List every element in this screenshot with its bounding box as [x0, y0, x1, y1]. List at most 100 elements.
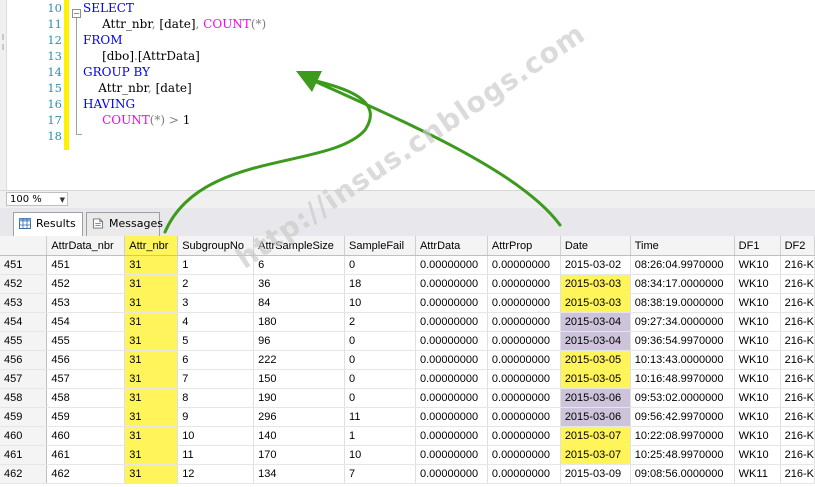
table-cell[interactable]: 0.00000000 [415, 445, 488, 465]
code-line[interactable]: HAVING [83, 96, 266, 112]
table-cell[interactable]: 11 [344, 407, 416, 427]
table-cell[interactable]: 2015-03-05 [560, 369, 631, 389]
table-row[interactable]: 453 453 31 3 84 10 0.00000000 0.00000000 2015-03… [0, 293, 815, 313]
table-cell[interactable]: 2015-03-04 [560, 331, 631, 351]
table-cell[interactable]: 0.00000000 [415, 426, 488, 446]
table-cell[interactable]: 10:22:08.9970000 [630, 426, 735, 446]
table-cell[interactable]: 452 [46, 274, 126, 294]
table-cell[interactable]: 11 [177, 445, 255, 465]
column-header[interactable]: SubgroupNo [177, 236, 255, 256]
table-cell[interactable]: 09:27:34.0000000 [630, 312, 735, 332]
table-cell[interactable]: 216-K [780, 426, 815, 446]
table-row[interactable]: 458 458 31 8 190 0 0.00000000 0.00000000 2015-03… [0, 388, 815, 408]
table-cell[interactable]: 0.00000000 [487, 369, 561, 389]
table-cell[interactable]: 455 [46, 331, 126, 351]
table-cell[interactable]: 8 [177, 388, 255, 408]
code-area[interactable]: SELECT Attr_nbr, [date], COUNT(*) FROM [d… [83, 0, 266, 144]
table-cell[interactable]: 36 [253, 274, 346, 294]
table-cell[interactable]: 457 [46, 369, 126, 389]
table-cell[interactable]: 09:08:56.0000000 [630, 464, 735, 484]
table-cell[interactable]: 10:25:48.9970000 [630, 445, 735, 465]
table-cell[interactable]: 0.00000000 [487, 312, 561, 332]
column-header[interactable]: AttrProp [487, 236, 561, 256]
table-cell[interactable]: 2015-03-04 [560, 312, 631, 332]
table-cell[interactable]: WK10 [734, 426, 781, 446]
table-cell[interactable]: 2015-03-06 [560, 388, 631, 408]
table-cell[interactable]: 0.00000000 [415, 255, 488, 275]
table-cell[interactable]: 0.00000000 [487, 350, 561, 370]
table-cell[interactable]: 0.00000000 [487, 445, 561, 465]
table-cell[interactable]: 0.00000000 [487, 388, 561, 408]
table-cell[interactable]: 453 [46, 293, 126, 313]
table-cell[interactable]: 150 [253, 369, 346, 389]
table-cell[interactable]: 7 [177, 369, 255, 389]
table-cell[interactable]: WK10 [734, 369, 781, 389]
table-cell[interactable]: WK10 [734, 388, 781, 408]
table-cell[interactable]: 2 [177, 274, 255, 294]
table-cell[interactable]: 0.00000000 [487, 426, 561, 446]
table-cell[interactable]: 0.00000000 [487, 331, 561, 351]
table-cell[interactable]: 190 [253, 388, 346, 408]
query-editor[interactable]: 10 11 12 13 14 15 16 17 18 − SELECT Attr_nbr, [d… [0, 0, 815, 190]
column-header[interactable]: SampleFail [344, 236, 416, 256]
column-header[interactable]: Attr_nbr [124, 236, 179, 256]
table-cell[interactable]: 461 [46, 445, 126, 465]
table-cell[interactable]: 31 [124, 426, 179, 446]
table-cell[interactable]: 462 [46, 464, 126, 484]
table-cell[interactable]: 0 [344, 369, 416, 389]
column-header[interactable]: AttrSampleSize [253, 236, 346, 256]
code-line[interactable]: COUNT(*) > 1 [83, 112, 266, 128]
table-cell[interactable]: 140 [253, 426, 346, 446]
table-cell[interactable]: 31 [124, 407, 179, 427]
table-cell[interactable]: 6 [177, 350, 255, 370]
table-cell[interactable]: 09:36:54.9970000 [630, 331, 735, 351]
table-cell[interactable]: WK10 [734, 331, 781, 351]
table-cell[interactable]: 31 [124, 274, 179, 294]
row-number[interactable]: 454 [0, 312, 48, 332]
code-line[interactable]: FROM [83, 32, 266, 48]
table-cell[interactable]: 0.00000000 [415, 369, 488, 389]
table-cell[interactable]: 0.00000000 [487, 293, 561, 313]
row-number[interactable]: 461 [0, 445, 48, 465]
table-cell[interactable]: 10:13:43.0000000 [630, 350, 735, 370]
table-cell[interactable]: 180 [253, 312, 346, 332]
table-cell[interactable]: 31 [124, 388, 179, 408]
table-cell[interactable]: 0.00000000 [415, 388, 488, 408]
table-row[interactable]: 451 451 31 1 6 0 0.00000000 0.00000000 2015-03-0… [0, 255, 815, 275]
table-cell[interactable]: 2015-03-05 [560, 350, 631, 370]
table-cell[interactable]: 6 [253, 255, 346, 275]
table-cell[interactable]: 31 [124, 331, 179, 351]
code-line[interactable]: Attr_nbr, [date], COUNT(*) [83, 16, 266, 32]
table-cell[interactable]: 31 [124, 369, 179, 389]
table-cell[interactable]: 08:26:04.9970000 [630, 255, 735, 275]
table-cell[interactable]: 0.00000000 [415, 464, 488, 484]
table-row[interactable]: 461 461 31 11 170 10 0.00000000 0.00000000 2015-… [0, 445, 815, 465]
table-cell[interactable]: 1 [344, 426, 416, 446]
table-cell[interactable]: 170 [253, 445, 346, 465]
table-cell[interactable]: 2015-03-09 [560, 464, 631, 484]
table-cell[interactable]: 09:56:42.9970000 [630, 407, 735, 427]
table-cell[interactable]: WK10 [734, 312, 781, 332]
table-cell[interactable]: 2015-03-07 [560, 426, 631, 446]
table-cell[interactable]: 216-K [780, 445, 815, 465]
table-cell[interactable]: 0.00000000 [487, 464, 561, 484]
table-cell[interactable]: 216-K [780, 407, 815, 427]
table-cell[interactable]: 0 [344, 388, 416, 408]
table-cell[interactable]: 31 [124, 350, 179, 370]
table-cell[interactable]: 296 [253, 407, 346, 427]
column-header[interactable]: AttrData [415, 236, 488, 256]
code-line[interactable]: SELECT [83, 0, 266, 16]
table-cell[interactable]: 1 [177, 255, 255, 275]
table-cell[interactable]: 0.00000000 [415, 274, 488, 294]
column-header[interactable]: DF1 [734, 236, 781, 256]
tab-results[interactable]: Results [13, 212, 83, 237]
table-cell[interactable]: 2015-03-07 [560, 445, 631, 465]
table-cell[interactable]: 0.00000000 [415, 293, 488, 313]
code-line[interactable]: [dbo].[AttrData] [83, 48, 266, 64]
table-cell[interactable]: 0.00000000 [487, 407, 561, 427]
table-row[interactable]: 455 455 31 5 96 0 0.00000000 0.00000000 2015-03-… [0, 331, 815, 351]
tab-messages[interactable]: Messages [86, 212, 163, 236]
table-cell[interactable]: 7 [344, 464, 416, 484]
column-header[interactable]: AttrData_nbr [46, 236, 126, 256]
table-cell[interactable]: 0 [344, 350, 416, 370]
